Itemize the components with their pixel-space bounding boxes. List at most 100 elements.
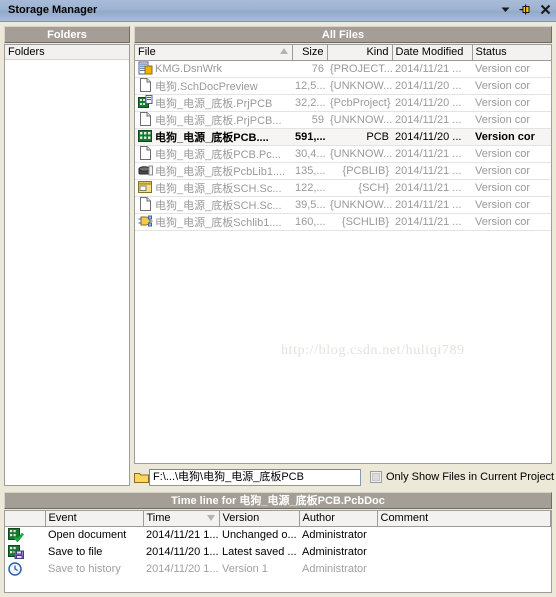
column-header-status[interactable]: Status	[472, 45, 551, 61]
file-table-row[interactable]: 电狗_电源_底板PCB.Pc... 30,4... {UNKNOW... 2014/1…	[135, 145, 551, 163]
horizontal-splitter[interactable]	[4, 487, 552, 490]
file-kind-cell: {SCH}	[327, 179, 392, 197]
file-date-cell: 2014/11/21 ...	[392, 179, 472, 197]
column-header-size[interactable]: Size	[292, 45, 328, 61]
file-table-row[interactable]: KMG.DsnWrk 76 {PROJECT... 2014/11/21 ... Ver…	[135, 60, 551, 78]
file-name-label: 电狗.SchDocPreview	[155, 80, 258, 93]
browse-folder-button[interactable]	[134, 468, 149, 486]
only-show-files-in-current-project-checkbox[interactable]: Only Show Files in Current Project	[370, 469, 554, 486]
timeline-table: Event Time Version Author Comment Open d…	[5, 511, 551, 577]
timeline-panel: Time line for 电狗_电源_底板PCB.PcbDoc Event T…	[4, 492, 552, 593]
page-icon	[138, 111, 153, 126]
timeline-event-cell: Open document	[48, 528, 127, 541]
file-table-row[interactable]: 电狗_电源_底板.PrjPCB 32,2... {PcbProject} 2014/1…	[135, 94, 551, 112]
timeline-column-header-event[interactable]: Event	[45, 511, 144, 527]
file-table-row[interactable]: 电狗_电源_底板Schlib1.... 160,... {SCHLIB} 2014/1…	[135, 213, 551, 231]
window-titlebar: Storage Manager	[0, 0, 556, 22]
path-input[interactable]: F:\...\电狗\电狗_电源_底板PCB	[149, 468, 361, 486]
folders-panel-caption: Folders	[4, 26, 130, 43]
file-name-cell[interactable]: 电狗_电源_底板.PrjPCB	[135, 94, 292, 112]
file-size-cell: 32,2...	[292, 94, 327, 112]
file-size-cell: 59	[292, 111, 327, 129]
file-name-label: 电狗_电源_底板SCH.Sc...	[155, 199, 282, 212]
file-table-row[interactable]: 电狗_电源_底板SCH.Sc... 39,5... {UNKNOW... 2014/1…	[135, 196, 551, 214]
file-date-cell: 2014/11/21 ...	[392, 145, 472, 163]
file-size-cell: 39,5...	[292, 196, 327, 214]
file-size-cell: 160,...	[292, 213, 327, 231]
dropdown-arrow-icon[interactable]	[499, 3, 512, 16]
column-header-kind[interactable]: Kind	[327, 45, 393, 61]
dsnwrk-icon	[138, 61, 153, 75]
file-kind-cell: {PCBLIB}	[327, 162, 392, 180]
file-size-cell: 122,...	[292, 179, 327, 197]
file-name-label: 电狗_电源_底板Schlib1....	[155, 216, 282, 229]
timeline-row[interactable]: Open document 2014/11/21 1... Unchanged o.…	[5, 526, 551, 543]
file-table-row[interactable]: 电狗.SchDocPreview 12,5... {UNKNOW... 2014/11…	[135, 77, 551, 95]
file-table: File Size Kind Date Modified Status KMG.…	[135, 45, 551, 231]
file-name-cell[interactable]: 电狗_电源_底板PCB....	[135, 128, 292, 146]
open-document-icon	[8, 527, 25, 543]
file-size-cell: 76	[292, 60, 327, 78]
file-list[interactable]: File Size Kind Date Modified Status KMG.…	[134, 44, 552, 464]
file-name-cell[interactable]: 电狗_电源_底板.PrjPCB...	[135, 111, 292, 129]
timeline-column-header-author[interactable]: Author	[299, 511, 378, 527]
file-date-cell: 2014/11/20 ...	[392, 94, 472, 112]
timeline-row[interactable]: Save to file 2014/11/20 1... Latest saved …	[5, 543, 551, 560]
folders-tree-root[interactable]: Folders	[5, 45, 129, 60]
file-status-cell: Version cor	[472, 77, 551, 95]
file-name-cell[interactable]: 电狗_电源_底板PcbLib1....	[135, 162, 292, 180]
file-table-header-row: File Size Kind Date Modified Status	[135, 45, 551, 61]
file-kind-cell: {UNKNOW...	[327, 145, 392, 163]
file-name-label: 电狗_电源_底板SCH.Sc...	[155, 182, 282, 195]
file-date-cell: 2014/11/20 ...	[392, 128, 472, 146]
file-name-cell[interactable]: 电狗_电源_底板Schlib1....	[135, 213, 292, 231]
timeline-comment-cell	[377, 543, 551, 560]
timeline-time-cell: 2014/11/20 1...	[146, 562, 219, 575]
file-name-label: 电狗_电源_底板.PrjPCB...	[155, 114, 282, 127]
timeline-column-header-comment[interactable]: Comment	[377, 511, 551, 527]
file-name-cell[interactable]: KMG.DsnWrk	[135, 60, 292, 78]
file-name-cell[interactable]: 电狗_电源_底板PCB.Pc...	[135, 145, 292, 163]
file-table-row[interactable]: 电狗_电源_底板PcbLib1.... 135,... {PCBLIB} 2014/1…	[135, 162, 551, 180]
page-icon	[138, 196, 153, 211]
timeline-version-cell: Version 1	[222, 562, 268, 575]
sort-ascending-icon	[279, 48, 288, 54]
timeline-event-icon-cell	[5, 543, 45, 560]
file-status-cell: Version cor	[472, 213, 551, 231]
folders-tree[interactable]: Folders	[4, 44, 130, 486]
file-name-cell[interactable]: 电狗_电源_底板SCH.Sc...	[135, 196, 292, 214]
file-kind-cell: {UNKNOW...	[327, 77, 392, 95]
close-icon[interactable]	[539, 3, 552, 16]
file-size-cell: 30,4...	[292, 145, 327, 163]
file-name-label: KMG.DsnWrk	[155, 62, 223, 75]
file-name-cell[interactable]: 电狗_电源_底板SCH.Sc...	[135, 179, 292, 197]
file-table-row[interactable]: 电狗_电源_底板.PrjPCB... 59 {UNKNOW... 2014/11/21…	[135, 111, 551, 129]
file-name-label: 电狗_电源_底板PCB....	[155, 131, 269, 144]
file-status-cell: Version cor	[472, 111, 551, 129]
timeline-column-header-version[interactable]: Version	[219, 511, 300, 527]
timeline-comment-cell	[377, 526, 551, 543]
sch-icon	[138, 180, 153, 194]
timeline-version-cell: Latest saved ...	[222, 545, 297, 558]
timeline-list[interactable]: Event Time Version Author Comment Open d…	[4, 510, 552, 593]
file-name-label: 电狗_电源_底板PcbLib1....	[155, 165, 286, 178]
watermark-text: http://blog.csdn.net/huliqi789	[281, 343, 465, 358]
timeline-row[interactable]: Save to history 2014/11/20 1... Version 1 A…	[5, 560, 551, 577]
timeline-table-body: Open document 2014/11/21 1... Unchanged o.…	[5, 526, 551, 577]
timeline-author-cell: Administrator	[302, 528, 367, 541]
file-name-label: 电狗_电源_底板.PrjPCB	[155, 97, 273, 110]
pin-icon[interactable]	[519, 3, 532, 16]
file-status-cell: Version cor	[472, 179, 551, 197]
file-name-cell[interactable]: 电狗.SchDocPreview	[135, 77, 292, 95]
file-kind-cell: {SCHLIB}	[327, 213, 392, 231]
column-header-file[interactable]: File	[135, 45, 293, 61]
timeline-column-header-time[interactable]: Time	[143, 511, 220, 527]
window-controls	[499, 3, 552, 16]
file-size-cell: 591,...	[292, 128, 327, 146]
column-header-date-modified[interactable]: Date Modified	[392, 45, 473, 61]
file-kind-cell: {PROJECT...	[327, 60, 392, 78]
file-table-row[interactable]: 电狗_电源_底板PCB.... 591,... PCB 2014/11/20 ... V…	[135, 128, 551, 146]
file-status-cell: Version cor	[472, 196, 551, 214]
file-table-row[interactable]: 电狗_电源_底板SCH.Sc... 122,... {SCH} 2014/11/21 …	[135, 179, 551, 197]
file-kind-cell: {PcbProject}	[327, 94, 392, 112]
